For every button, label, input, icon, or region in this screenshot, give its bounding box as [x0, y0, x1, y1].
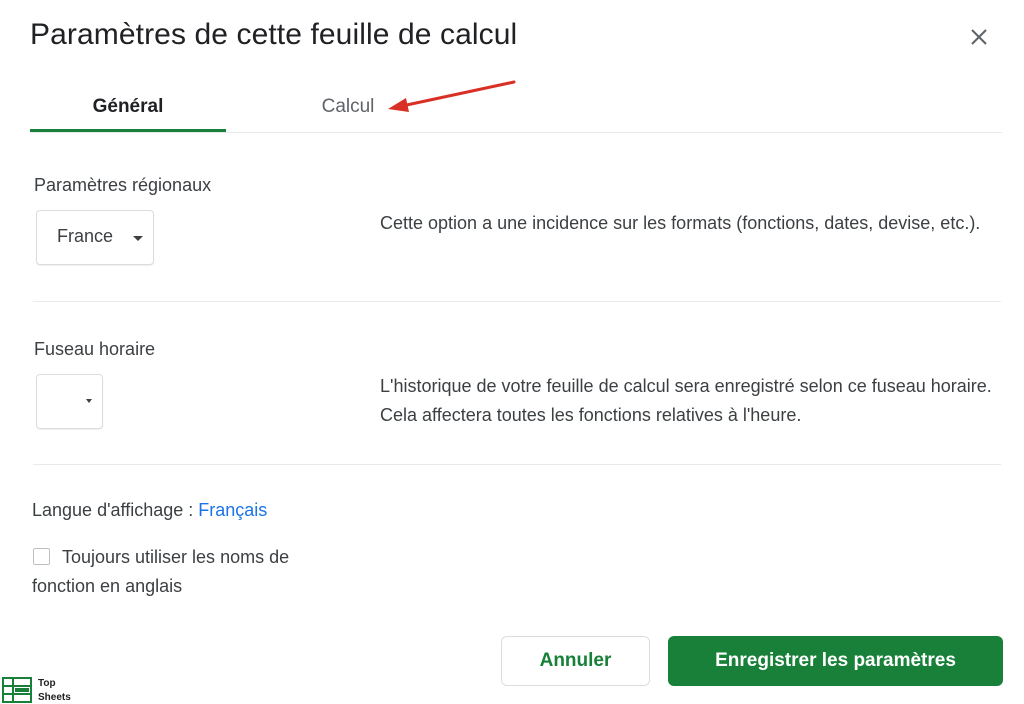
tabs-divider	[30, 132, 1002, 133]
watermark-line1: Top	[38, 678, 56, 689]
timezone-label: Fuseau horaire	[34, 339, 156, 359]
save-settings-button[interactable]: Enregistrer les paramètres	[668, 636, 1003, 686]
timezone-select[interactable]	[36, 374, 103, 429]
locale-description: Cette option a une incidence sur les for…	[380, 213, 981, 233]
dialog-title: Paramètres de cette feuille de calcul	[30, 18, 518, 51]
dropdown-arrow-icon	[86, 399, 92, 403]
dropdown-arrow-icon	[133, 236, 143, 241]
display-language: Langue d'affichage : Français	[32, 500, 267, 521]
watermark-line2: Sheets	[38, 692, 71, 703]
locale-select[interactable]: France	[36, 210, 154, 265]
locale-label: Paramètres régionaux	[34, 175, 212, 195]
locale-value: France	[57, 226, 114, 246]
cancel-button[interactable]: Annuler	[501, 636, 650, 686]
timezone-description: L'historique de votre feuille de calcul …	[380, 376, 992, 425]
arrow-annotation	[388, 80, 516, 112]
close-icon	[971, 29, 987, 45]
section-divider	[33, 464, 1001, 465]
language-label: Langue d'affichage :	[32, 500, 199, 520]
language-link[interactable]: Français	[198, 500, 267, 520]
section-divider	[33, 301, 1001, 302]
tab-general[interactable]: Général	[30, 96, 226, 118]
spreadsheet-logo-icon	[2, 677, 32, 703]
english-functions-label: Toujours utiliser les noms de fonction e…	[32, 547, 290, 596]
close-button[interactable]	[964, 22, 994, 52]
topsheets-watermark: Top Sheets	[2, 676, 82, 704]
